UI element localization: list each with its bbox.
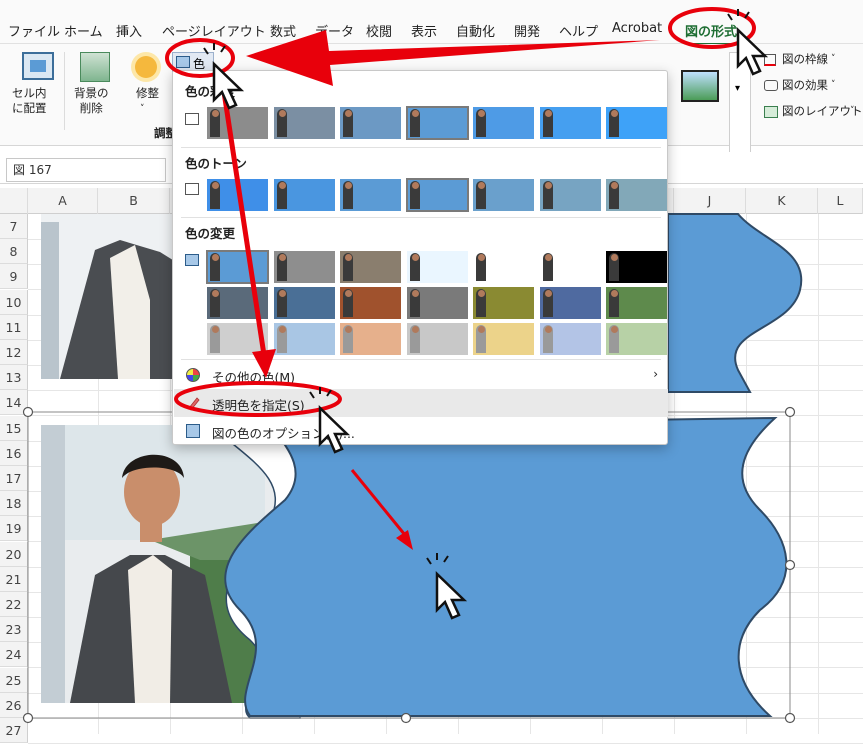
row-recolor-swatch[interactable] <box>606 251 667 283</box>
tone-header: 色のトーン <box>185 156 247 171</box>
row-recolor-swatch[interactable] <box>539 323 601 355</box>
row-recolor-swatch[interactable] <box>406 251 468 283</box>
row-recolor-swatch[interactable] <box>473 323 534 355</box>
row-recolor-swatch[interactable] <box>273 323 335 355</box>
row-recolor-swatch[interactable] <box>606 323 667 355</box>
row-tone-swatch[interactable] <box>273 179 335 211</box>
row-recolor-swatch[interactable] <box>207 287 268 319</box>
row-sat-swatch[interactable] <box>207 107 268 139</box>
row-recolor-swatch[interactable] <box>340 323 401 355</box>
row-recolor-swatch[interactable] <box>340 287 401 319</box>
picture-color-options-item[interactable]: 図の色のオプション(C)... <box>174 417 668 445</box>
selected-wave-shape[interactable] <box>224 416 788 717</box>
row-recolor-swatch[interactable] <box>273 251 335 283</box>
row-tone-swatch[interactable] <box>473 179 534 211</box>
recolor-icon <box>185 254 199 266</box>
color-dropdown-menu: 色の彩度 色のトーン 色の変更 その他の色(M) › 透明色を指定(S) 図の色… <box>172 70 668 445</box>
row-sat-swatch[interactable] <box>539 107 601 139</box>
row-recolor-swatch[interactable] <box>340 251 401 283</box>
row-tone-swatch[interactable] <box>539 179 601 211</box>
more-colors-label: その他の色(M) <box>212 370 296 385</box>
top-wave-shape[interactable] <box>667 213 803 393</box>
set-transparent-color-item[interactable]: 透明色を指定(S) <box>174 389 668 417</box>
color-options-label: 図の色のオプション(C)... <box>212 426 355 441</box>
row-recolor-swatch[interactable] <box>273 287 335 319</box>
row-sat-swatch[interactable] <box>273 107 335 139</box>
set-transparent-label: 透明色を指定(S) <box>212 398 305 413</box>
row-tone-swatch[interactable] <box>405 178 469 212</box>
row-recolor-swatch[interactable] <box>206 250 269 284</box>
row-recolor-swatch[interactable] <box>473 251 534 283</box>
row-recolor-swatch[interactable] <box>539 251 601 283</box>
chevron-right-icon: › <box>653 367 658 381</box>
row-tone-swatch[interactable] <box>606 179 667 211</box>
tone-icon <box>185 183 199 195</box>
saturation-header: 色の彩度 <box>185 84 236 99</box>
recolor-header: 色の変更 <box>185 226 236 241</box>
saturation-icon <box>185 113 199 125</box>
row-recolor-swatch[interactable] <box>539 287 601 319</box>
row-recolor-swatch[interactable] <box>207 323 268 355</box>
row-tone-swatch[interactable] <box>340 179 401 211</box>
palette-icon <box>186 368 200 382</box>
row-recolor-swatch[interactable] <box>606 287 667 319</box>
row-recolor-swatch[interactable] <box>406 287 468 319</box>
row-sat-swatch[interactable] <box>405 106 469 140</box>
top-picture[interactable] <box>41 214 176 379</box>
transparent-pen-icon <box>186 395 202 411</box>
row-sat-swatch[interactable] <box>606 107 667 139</box>
row-tone-swatch[interactable] <box>207 179 268 211</box>
row-sat-swatch[interactable] <box>340 107 401 139</box>
more-colors-item[interactable]: その他の色(M) › <box>174 361 668 389</box>
row-sat-swatch[interactable] <box>473 107 534 139</box>
row-recolor-swatch[interactable] <box>406 323 468 355</box>
row-recolor-swatch[interactable] <box>473 287 534 319</box>
color-options-icon <box>186 424 200 438</box>
